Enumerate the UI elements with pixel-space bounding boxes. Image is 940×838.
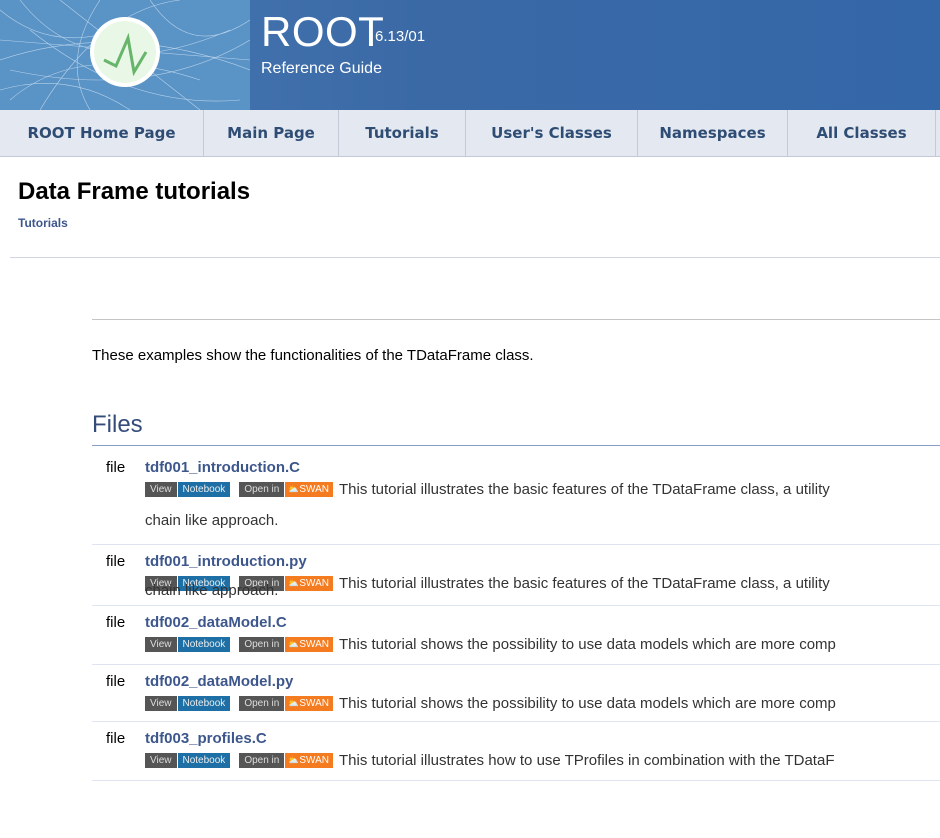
file-link[interactable]: tdf001_introduction.py — [145, 553, 307, 570]
view-button[interactable]: View — [145, 753, 177, 768]
nav-tutorials[interactable]: Tutorials — [339, 110, 466, 156]
list-item: file tdf002_dataModel.py View Notebook Ope… — [92, 665, 940, 722]
page-title: Data Frame tutorials — [18, 178, 251, 205]
file-actions: View Notebook Open in ⛅SWAN This tutorial il… — [145, 752, 834, 769]
open-in-label[interactable]: Open in — [239, 637, 285, 652]
file-description: This tutorial illustrates how to use TPr… — [338, 752, 835, 769]
file-link[interactable]: tdf003_profiles.C — [145, 730, 267, 747]
file-actions: View Notebook Open in ⛅SWAN This tutorial sh… — [145, 695, 836, 712]
view-button[interactable]: View — [145, 482, 177, 497]
open-in-label[interactable]: Open in — [239, 696, 285, 711]
nav-namespaces[interactable]: Namespaces — [638, 110, 788, 156]
divider — [10, 257, 940, 258]
list-item: file tdf001_introduction.C View Notebook O… — [92, 451, 940, 545]
nav-users-classes[interactable]: User's Classes — [466, 110, 638, 156]
file-link[interactable]: tdf002_dataModel.C — [145, 614, 287, 631]
view-button[interactable]: View — [145, 696, 177, 711]
divider — [92, 319, 940, 320]
file-actions: View Notebook Open in ⛅SWAN This tutorial il… — [145, 481, 830, 498]
swan-icon: ⛅ — [287, 755, 299, 765]
file-link[interactable]: tdf001_introduction.C — [145, 459, 300, 476]
file-type-label: file — [106, 730, 126, 747]
notebook-button[interactable]: Notebook — [177, 696, 231, 711]
nav-root-home-page[interactable]: ROOT Home Page — [0, 110, 204, 156]
file-link[interactable]: tdf002_dataModel.py — [145, 673, 293, 690]
site-header: ROOT 6.13/01 Reference Guide — [0, 0, 940, 110]
app-subtitle: Reference Guide — [261, 60, 382, 77]
file-description-cont: chain like approach. — [145, 512, 279, 529]
file-description: This tutorial illustrates the basic feat… — [338, 481, 830, 498]
open-in-label[interactable]: Open in — [239, 482, 285, 497]
nav-all-classes[interactable]: All Classes — [788, 110, 936, 156]
swan-label: SWAN — [299, 578, 329, 589]
swan-icon: ⛅ — [287, 578, 299, 588]
file-actions: View Notebook Open in ⛅SWAN This tutorial sh… — [145, 636, 836, 653]
list-item: file tdf001_introduction.py View Notebook… — [92, 545, 940, 606]
file-type-label: file — [106, 459, 126, 476]
swan-button[interactable]: ⛅SWAN — [285, 637, 333, 652]
notebook-button[interactable]: Notebook — [177, 482, 231, 497]
notebook-button[interactable]: Notebook — [177, 637, 231, 652]
swan-icon: ⛅ — [287, 698, 299, 708]
file-description: This tutorial shows the possibility to u… — [338, 636, 836, 653]
swan-label: SWAN — [299, 698, 329, 709]
file-type-label: file — [106, 614, 126, 631]
file-type-label: file — [106, 673, 126, 690]
file-description-cont: chain like approach. — [145, 582, 279, 599]
intro-text: These examples show the functionalities … — [92, 347, 534, 364]
files-list: file tdf001_introduction.C View Notebook O… — [92, 451, 940, 781]
swan-button[interactable]: ⛅SWAN — [285, 576, 333, 591]
list-item: file tdf003_profiles.C View Notebook Open … — [92, 722, 940, 781]
notebook-button[interactable]: Notebook — [177, 753, 231, 768]
list-item: file tdf002_dataModel.C View Notebook Open… — [92, 606, 940, 665]
nav-main-page[interactable]: Main Page — [204, 110, 339, 156]
swan-button[interactable]: ⛅SWAN — [285, 753, 333, 768]
swan-icon: ⛅ — [287, 484, 299, 494]
swan-icon: ⛅ — [287, 639, 299, 649]
app-title: ROOT — [261, 8, 385, 55]
file-type-label: file — [106, 553, 126, 570]
breadcrumb-tutorials[interactable]: Tutorials — [18, 216, 68, 230]
open-in-label[interactable]: Open in — [239, 753, 285, 768]
file-description: This tutorial illustrates the basic feat… — [338, 575, 830, 592]
files-heading: Files — [92, 411, 143, 438]
swan-button[interactable]: ⛅SWAN — [285, 696, 333, 711]
file-description: This tutorial shows the possibility to u… — [338, 695, 836, 712]
root-logo-icon[interactable] — [0, 0, 250, 110]
version-label: 6.13/01 — [375, 28, 426, 45]
divider — [92, 445, 940, 446]
swan-button[interactable]: ⛅SWAN — [285, 482, 333, 497]
main-nav: ROOT Home Page Main Page Tutorials User'… — [0, 110, 940, 157]
swan-label: SWAN — [299, 755, 329, 766]
swan-label: SWAN — [299, 639, 329, 650]
swan-label: SWAN — [299, 484, 329, 495]
view-button[interactable]: View — [145, 637, 177, 652]
